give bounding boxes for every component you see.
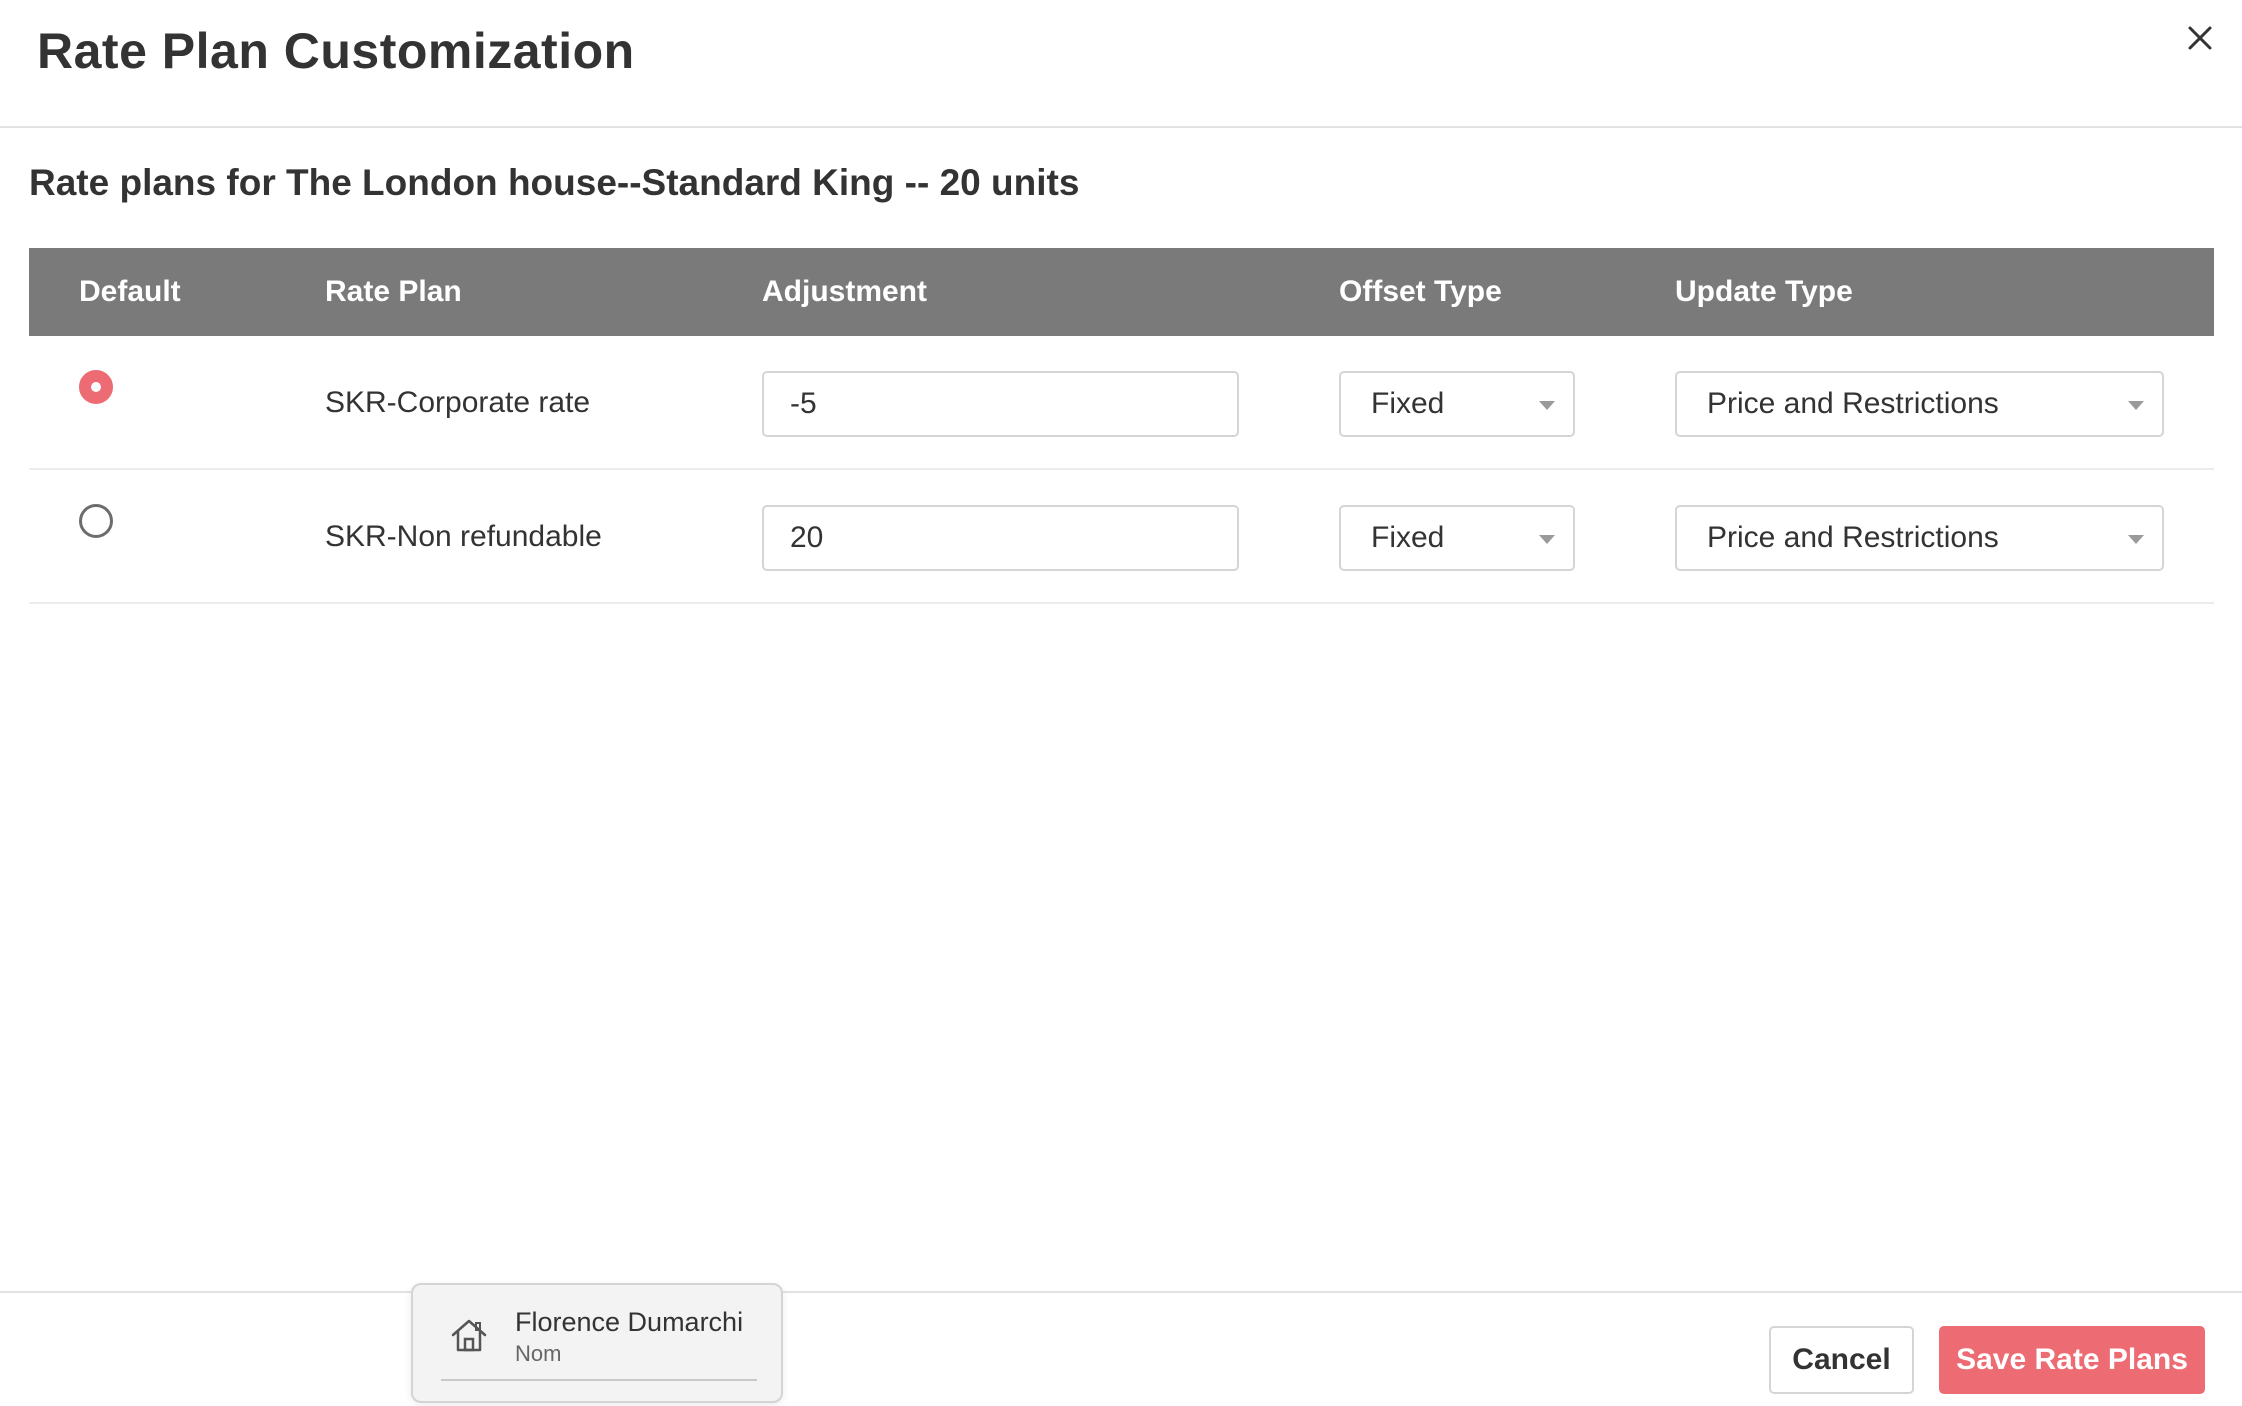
- table-row: SKR-Corporate rate -5 Fixed Price and Re…: [29, 336, 2214, 470]
- table-header: Default Rate Plan Adjustment Offset Type…: [29, 248, 2214, 336]
- adjustment-input[interactable]: 20: [762, 505, 1239, 571]
- column-header-rate-plan: Rate Plan: [325, 275, 462, 308]
- rate-plan-name: SKR-Corporate rate: [325, 386, 591, 419]
- default-radio-selected[interactable]: [79, 370, 113, 404]
- rate-plan-modal: Rate Plan Customization Rate plans for T…: [0, 0, 2242, 1406]
- offset-type-value: Fixed: [1371, 521, 1445, 554]
- offset-type-value: Fixed: [1371, 387, 1445, 420]
- chevron-down-icon: [1539, 401, 1555, 410]
- chevron-down-icon: [1539, 535, 1555, 544]
- chevron-down-icon: [2128, 535, 2144, 544]
- card-divider: [441, 1379, 757, 1381]
- chevron-down-icon: [2128, 401, 2144, 410]
- user-name: Florence Dumarchi: [515, 1307, 744, 1337]
- save-rate-plans-button[interactable]: Save Rate Plans: [1939, 1326, 2205, 1394]
- offset-type-select[interactable]: Fixed: [1339, 505, 1575, 571]
- rate-plan-name: SKR-Non refundable: [325, 520, 602, 553]
- default-radio-unselected[interactable]: [79, 504, 113, 538]
- modal-header: Rate Plan Customization: [0, 0, 2242, 128]
- close-icon: [2188, 26, 2212, 50]
- close-button[interactable]: [2178, 16, 2222, 60]
- cancel-button[interactable]: Cancel: [1769, 1326, 1914, 1394]
- adjustment-input[interactable]: -5: [762, 371, 1239, 437]
- user-card[interactable]: Florence Dumarchi Nom: [411, 1283, 783, 1403]
- modal-title: Rate Plan Customization: [37, 23, 635, 79]
- section-title: Rate plans for The London house--Standar…: [29, 162, 1080, 203]
- update-type-value: Price and Restrictions: [1707, 521, 1999, 554]
- table-row: SKR-Non refundable 20 Fixed Price and Re…: [29, 470, 2214, 604]
- update-type-select[interactable]: Price and Restrictions: [1675, 505, 2164, 571]
- column-header-offset-type: Offset Type: [1339, 275, 1502, 308]
- home-icon: [451, 1319, 487, 1352]
- update-type-select[interactable]: Price and Restrictions: [1675, 371, 2164, 437]
- rate-plans-table: Default Rate Plan Adjustment Offset Type…: [29, 248, 2214, 604]
- update-type-value: Price and Restrictions: [1707, 387, 1999, 420]
- user-role: Nom: [515, 1341, 562, 1366]
- column-header-adjustment: Adjustment: [762, 275, 927, 308]
- offset-type-select[interactable]: Fixed: [1339, 371, 1575, 437]
- column-header-default: Default: [79, 275, 181, 308]
- column-header-update-type: Update Type: [1675, 275, 1853, 308]
